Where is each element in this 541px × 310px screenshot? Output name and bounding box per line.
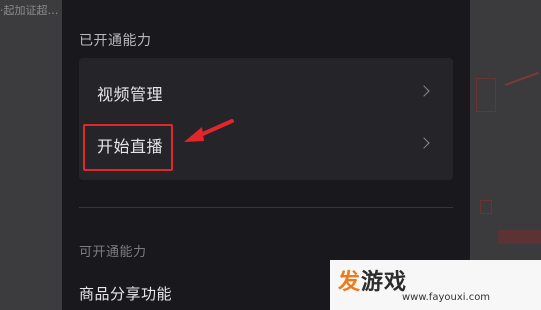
item-label: 商品分享功能 — [79, 285, 173, 303]
available-section-title: 可开通能力 — [79, 245, 147, 260]
item-label: 视频管理 — [97, 85, 164, 104]
background-decoration — [476, 78, 496, 112]
watermark-logo: 发游戏 — [338, 270, 408, 295]
arrow-icon — [184, 119, 234, 142]
enabled-section-title: 已开通能力 — [79, 33, 152, 49]
section-divider — [79, 207, 453, 208]
background-decoration — [480, 200, 492, 214]
watermark: 发游戏 www.fayouxi.com — [330, 260, 541, 310]
watermark-url: www.fayouxi.com — [402, 292, 491, 303]
chevron-right-icon — [418, 85, 430, 97]
video-management-item[interactable]: 视频管理 — [79, 67, 453, 117]
background-decoration — [498, 230, 541, 244]
chevron-right-icon — [418, 137, 430, 149]
highlight-box — [83, 124, 173, 171]
background-text: ·起加证超… — [0, 4, 59, 17]
product-share-item[interactable]: 商品分享功能 — [79, 283, 172, 304]
background-left-strip — [0, 0, 62, 310]
